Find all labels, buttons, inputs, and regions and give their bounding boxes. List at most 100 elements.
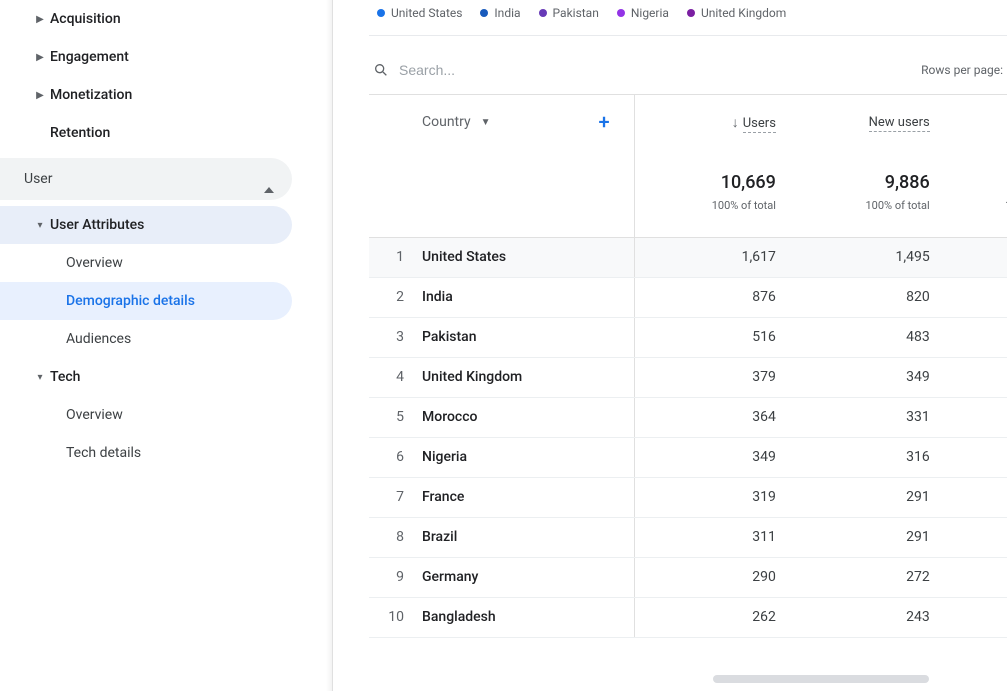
sidebar-item-engagement[interactable]: ▶ Engagement xyxy=(0,38,292,76)
row-new-users: 291 xyxy=(788,477,942,517)
row-index: 3 xyxy=(369,317,422,357)
row-country: United States xyxy=(422,237,634,277)
legend-dot-icon xyxy=(617,9,625,17)
caret-right-icon: ▶ xyxy=(30,14,50,25)
row-engaged: 7 xyxy=(942,277,1007,317)
caret-right-icon: ▶ xyxy=(30,90,50,101)
legend-item[interactable]: Nigeria xyxy=(617,6,669,20)
row-new-users: 331 xyxy=(788,397,942,437)
row-users: 290 xyxy=(634,557,788,597)
sidebar-item-monetization[interactable]: ▶ Monetization xyxy=(0,76,292,114)
row-users: 876 xyxy=(634,277,788,317)
table-row[interactable]: 4United Kingdom3793493 xyxy=(369,357,1007,397)
row-country: United Kingdom xyxy=(422,357,634,397)
metric-header-users: Users xyxy=(743,116,776,133)
arrow-down-icon: ↓ xyxy=(732,115,739,131)
legend-item[interactable]: United States xyxy=(377,6,462,20)
total-engaged: 10,7 xyxy=(954,172,1007,193)
table-row[interactable]: 7France3192913 xyxy=(369,477,1007,517)
row-users: 1,617 xyxy=(634,237,788,277)
sidebar-item-tech[interactable]: ▾ Tech xyxy=(0,358,292,396)
table-row[interactable]: 6Nigeria3493164 xyxy=(369,437,1007,477)
table-body: 1United States1,6171,4951,52India8768207… xyxy=(369,237,1007,637)
row-users: 319 xyxy=(634,477,788,517)
caret-down-icon: ▾ xyxy=(30,372,50,383)
row-users: 516 xyxy=(634,317,788,357)
sidebar-item-label: Engagement xyxy=(50,49,129,65)
row-index: 4 xyxy=(369,357,422,397)
total-users: 10,669 xyxy=(647,172,776,193)
row-index: 6 xyxy=(369,437,422,477)
table-row[interactable]: 5Morocco3643313 xyxy=(369,397,1007,437)
sidebar-item-ua-overview[interactable]: Overview xyxy=(0,244,292,282)
sidebar-item-acquisition[interactable]: ▶ Acquisition xyxy=(0,0,292,38)
legend-item[interactable]: Pakistan xyxy=(539,6,599,20)
table-row[interactable]: 9Germany2902723 xyxy=(369,557,1007,597)
row-country: Germany xyxy=(422,557,634,597)
row-index: 2 xyxy=(369,277,422,317)
row-engaged: 1,5 xyxy=(942,237,1007,277)
sidebar-item-tech-overview[interactable]: Overview xyxy=(0,396,292,434)
metric-header-new-users[interactable]: New users xyxy=(869,115,930,132)
search-input[interactable] xyxy=(399,62,599,78)
row-engaged: 3 xyxy=(942,397,1007,437)
sort-indicator[interactable]: ↓Users xyxy=(732,116,776,131)
sidebar-item-label: Demographic details xyxy=(66,293,195,309)
row-engaged: 3 xyxy=(942,557,1007,597)
add-dimension-button[interactable]: + xyxy=(599,110,610,134)
legend-dot-icon xyxy=(480,9,488,17)
sidebar-item-audiences[interactable]: Audiences xyxy=(0,320,292,358)
sidebar-item-label: Overview xyxy=(66,407,123,423)
table-toolbar: Rows per page: xyxy=(369,46,1007,94)
table-row[interactable]: 3Pakistan5164835 xyxy=(369,317,1007,357)
row-users: 364 xyxy=(634,397,788,437)
row-index: 1 xyxy=(369,237,422,277)
sidebar-item-label: Monetization xyxy=(50,87,132,103)
horizontal-scrollbar[interactable] xyxy=(713,675,1001,683)
sidebar-item-label: Audiences xyxy=(66,331,131,347)
data-table: Country ▼ + ↓Users New users xyxy=(369,94,1007,638)
row-index: 8 xyxy=(369,517,422,557)
legend-label: India xyxy=(494,6,520,20)
dimension-label: Country xyxy=(422,114,471,130)
sidebar-item-label: Overview xyxy=(66,255,123,271)
row-users: 349 xyxy=(634,437,788,477)
total-users-sub: 100% of total xyxy=(712,199,776,212)
legend-label: Pakistan xyxy=(553,6,599,20)
row-new-users: 316 xyxy=(788,437,942,477)
row-engaged: 5 xyxy=(942,317,1007,357)
row-new-users: 820 xyxy=(788,277,942,317)
legend-item[interactable]: India xyxy=(480,6,520,20)
row-users: 379 xyxy=(634,357,788,397)
row-country: Bangladesh xyxy=(422,597,634,637)
sidebar-item-label: Tech xyxy=(50,369,80,385)
row-engaged: 3 xyxy=(942,357,1007,397)
sidebar-section-label: User xyxy=(24,171,52,187)
row-engaged: 3 xyxy=(942,517,1007,557)
legend-label: United States xyxy=(391,6,462,20)
metric-header-engaged[interactable]: Engag sessio xyxy=(954,104,1007,139)
row-country: India xyxy=(422,277,634,317)
caret-down-icon: ▼ xyxy=(481,117,491,128)
table-row[interactable]: 8Brazil3112913 xyxy=(369,517,1007,557)
rows-per-page-label: Rows per page: xyxy=(921,63,1007,77)
row-index: 10 xyxy=(369,597,422,637)
sidebar-item-user-attributes[interactable]: ▾ User Attributes xyxy=(0,206,292,244)
row-engaged: 2 xyxy=(942,597,1007,637)
sidebar-item-tech-details[interactable]: Tech details xyxy=(0,434,292,472)
row-new-users: 349 xyxy=(788,357,942,397)
table-row[interactable]: 10Bangladesh2622432 xyxy=(369,597,1007,637)
row-country: Morocco xyxy=(422,397,634,437)
dimension-picker[interactable]: Country ▼ xyxy=(422,114,491,130)
table-row[interactable]: 2India8768207 xyxy=(369,277,1007,317)
search-wrap xyxy=(369,62,599,78)
row-index: 9 xyxy=(369,557,422,597)
legend-dot-icon xyxy=(377,9,385,17)
sidebar-item-retention[interactable]: Retention xyxy=(0,114,292,152)
caret-down-icon: ▾ xyxy=(30,220,50,231)
sidebar-section-user[interactable]: User xyxy=(0,158,292,200)
legend-dot-icon xyxy=(539,9,547,17)
legend-item[interactable]: United Kingdom xyxy=(687,6,786,20)
sidebar-item-demographic-details[interactable]: Demographic details xyxy=(0,282,292,320)
table-row[interactable]: 1United States1,6171,4951,5 xyxy=(369,237,1007,277)
